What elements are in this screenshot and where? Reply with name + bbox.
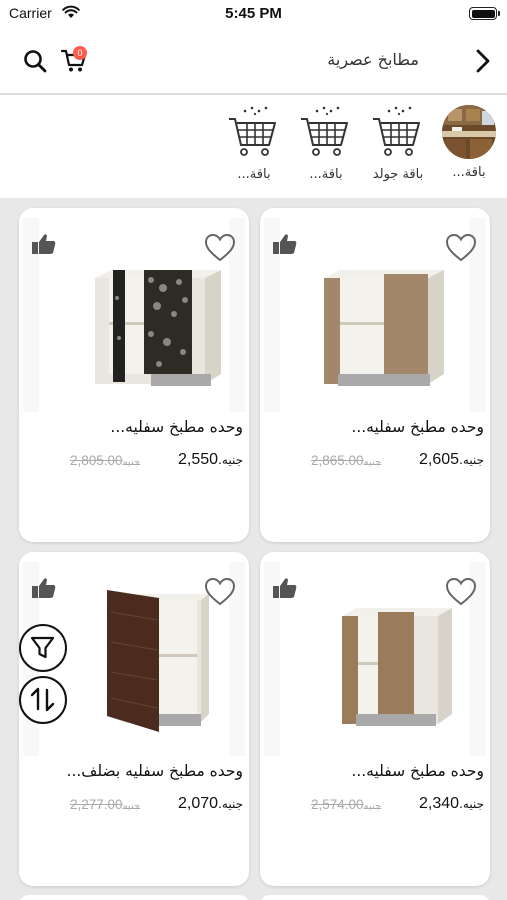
sort-button[interactable] xyxy=(19,676,67,724)
product-old-price: 2,277.00جنيه xyxy=(70,797,141,812)
product-image xyxy=(23,218,245,412)
category-label: باقة... xyxy=(237,167,271,182)
heart-icon[interactable] xyxy=(444,232,478,264)
category-item[interactable]: باقة... xyxy=(437,103,501,180)
price-row: 2,605.جنيه 2,865.00جنيه xyxy=(269,450,484,472)
category-label: باقة... xyxy=(452,165,486,180)
product-name: وحده مطبخ سفليه... xyxy=(110,418,243,436)
price-row: 2,070.جنيه 2,277.00جنيه xyxy=(28,794,243,816)
product-name: وحده مطبخ سفليه... xyxy=(351,762,484,780)
cart-icon xyxy=(225,103,283,161)
sort-icon xyxy=(30,687,55,712)
thumbs-up-icon[interactable] xyxy=(272,576,298,600)
price-row: 2,550.جنيه 2,805.00جنيه xyxy=(28,450,243,472)
heart-icon[interactable] xyxy=(444,576,478,608)
product-name: وحده مطبخ سفليه... xyxy=(351,418,484,436)
app-header: 0 مطابخ عصرية xyxy=(0,30,507,94)
next-card-peek xyxy=(260,895,490,900)
heart-icon[interactable] xyxy=(203,232,237,264)
battery-icon xyxy=(469,7,500,20)
product-image xyxy=(264,218,486,412)
product-card[interactable]: وحده مطبخ سفليه... 2,550.جنيه 2,805.00جن… xyxy=(19,208,249,542)
cart-count-badge: 0 xyxy=(73,46,87,60)
category-strip: باقة... باقة جولد باقة... باقة... xyxy=(0,95,507,198)
product-card[interactable]: وحده مطبخ سفليه... 2,605.جنيه 2,865.00جن… xyxy=(260,208,490,542)
cart-button[interactable]: 0 xyxy=(60,46,92,74)
cart-icon xyxy=(297,103,355,161)
category-item[interactable]: باقة... xyxy=(294,103,358,182)
category-label: باقة... xyxy=(309,167,343,182)
cart-icon xyxy=(369,103,427,161)
product-image xyxy=(264,562,486,756)
thumbs-up-icon[interactable] xyxy=(31,576,57,600)
page-title: مطابخ عصرية xyxy=(327,50,419,69)
product-old-price: 2,574.00جنيه xyxy=(311,797,382,812)
product-grid: وحده مطبخ سفليه... 2,605.جنيه 2,865.00جن… xyxy=(0,198,507,900)
category-item[interactable]: باقة جولد xyxy=(366,103,430,182)
product-price: 2,550.جنيه xyxy=(178,451,243,468)
category-label: باقة جولد xyxy=(372,167,424,182)
chevron-right-icon[interactable] xyxy=(473,47,493,75)
thumbs-up-icon[interactable] xyxy=(272,232,298,256)
thumbs-up-icon[interactable] xyxy=(31,232,57,256)
filter-icon xyxy=(30,636,55,659)
clock: 5:45 PM xyxy=(225,5,282,22)
product-price: 2,070.جنيه xyxy=(178,795,243,812)
status-bar: Carrier 5:45 PM xyxy=(0,0,507,30)
product-old-price: 2,865.00جنيه xyxy=(311,453,382,468)
product-name: وحده مطبخ سفليه بضلف... xyxy=(66,762,243,780)
product-price: 2,340.جنيه xyxy=(419,795,484,812)
product-price: 2,605.جنيه xyxy=(419,451,484,468)
category-item[interactable]: باقة... xyxy=(222,103,286,182)
price-row: 2,340.جنيه 2,574.00جنيه xyxy=(269,794,484,816)
product-card[interactable]: وحده مطبخ سفليه... 2,340.جنيه 2,574.00جن… xyxy=(260,552,490,886)
filter-button[interactable] xyxy=(19,624,67,672)
kitchen-photo-thumbnail xyxy=(442,105,496,159)
search-icon[interactable] xyxy=(22,48,48,74)
product-old-price: 2,805.00جنيه xyxy=(70,453,141,468)
heart-icon[interactable] xyxy=(203,576,237,608)
next-card-peek xyxy=(19,895,249,900)
